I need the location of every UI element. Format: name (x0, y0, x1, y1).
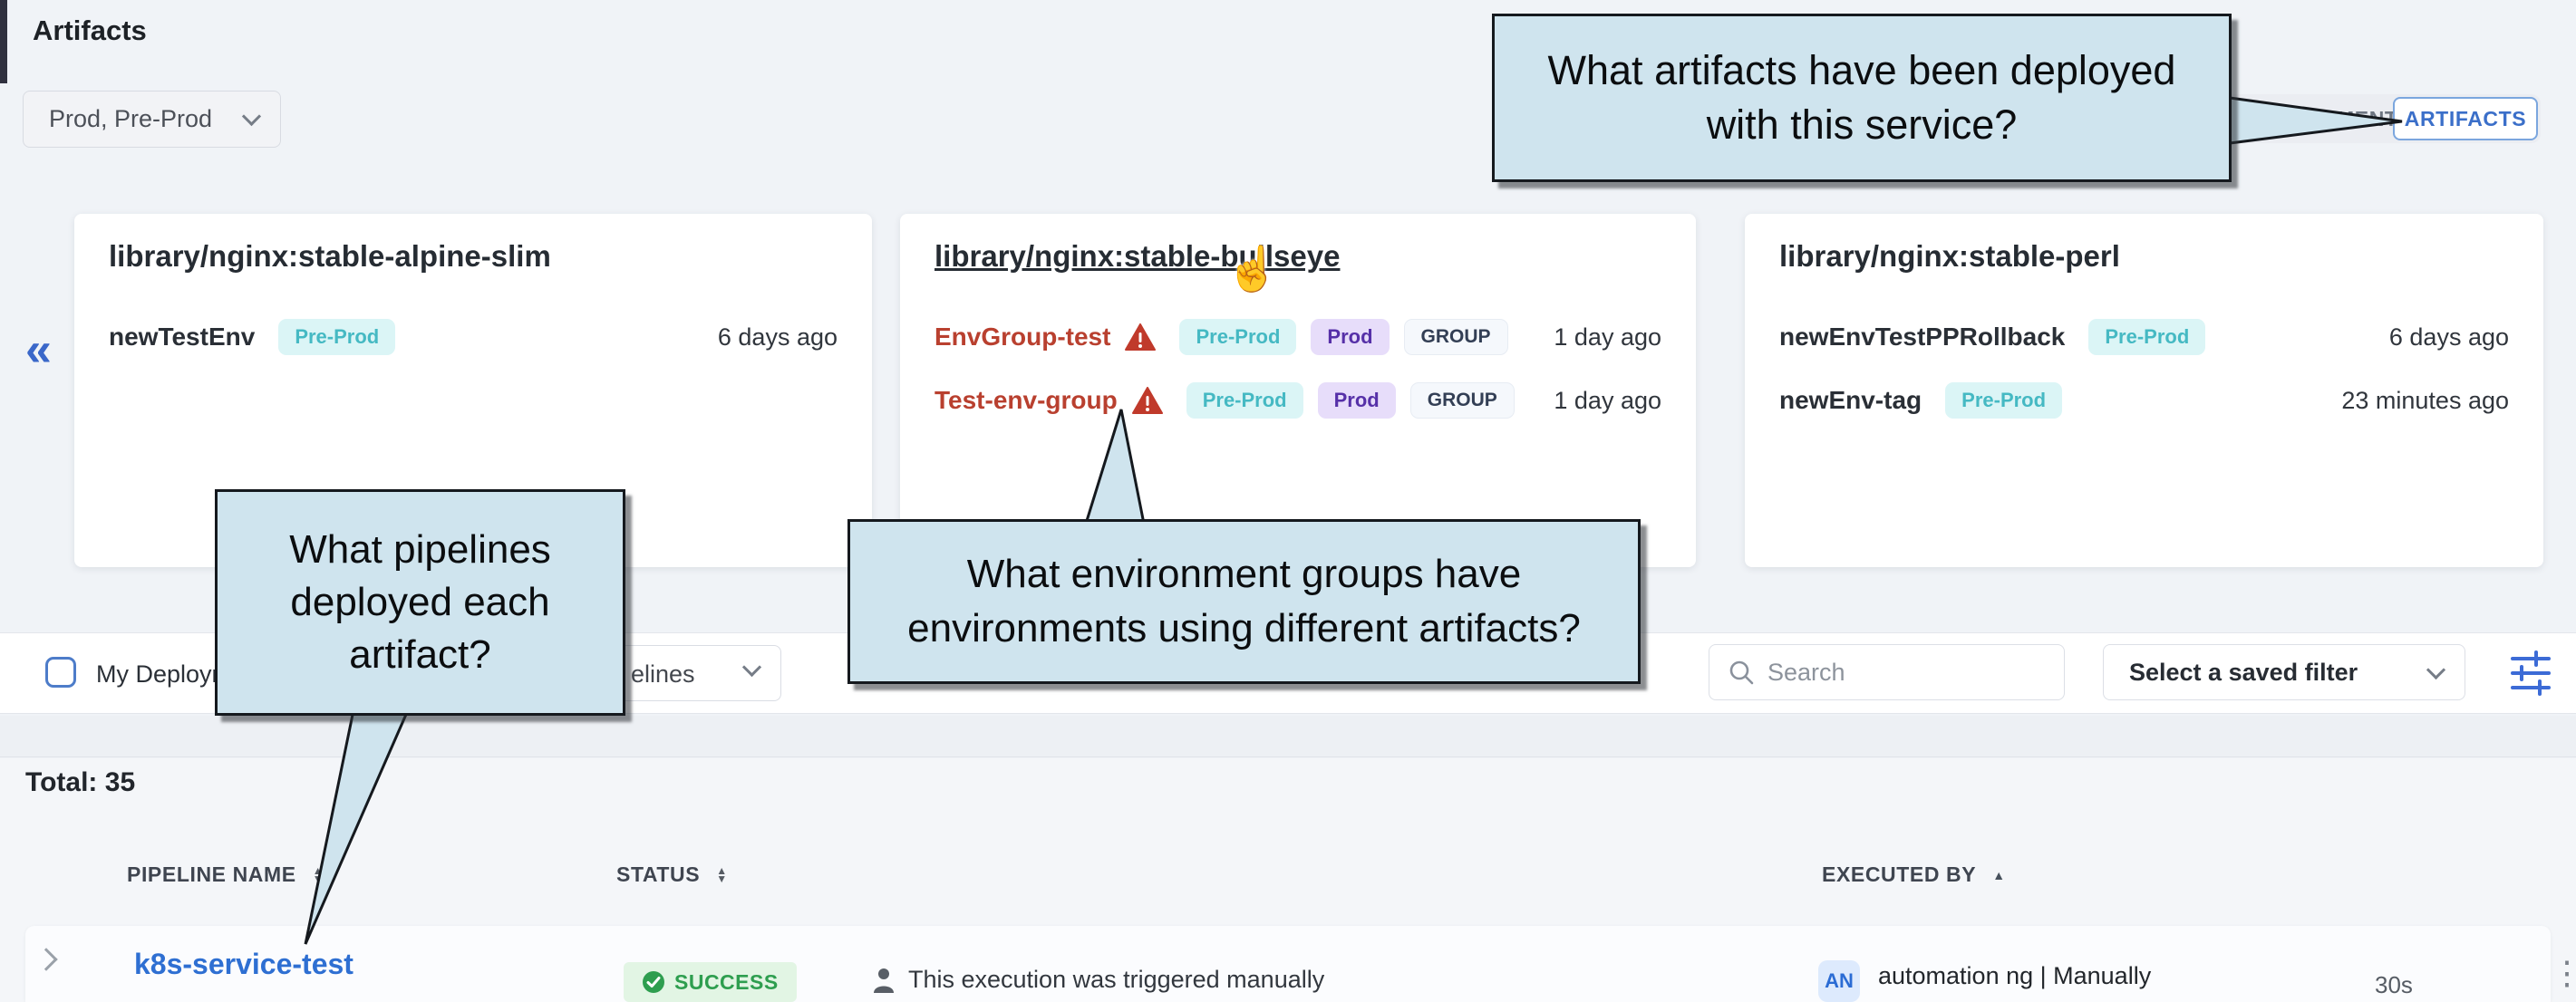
search-box (1709, 644, 2065, 700)
env-group-badge: GROUP (1410, 382, 1515, 419)
environment-name[interactable]: newEnv-tag (1779, 386, 1922, 415)
saved-filter-dropdown[interactable]: Select a saved filter (2103, 644, 2465, 700)
annotation-callout-env-groups: What environment groups have environment… (847, 519, 1641, 684)
environment-row: newEnv-tag Pre-Prod 23 minutes ago (1779, 379, 2509, 422)
pipelines-dropdown-value: elines (631, 660, 695, 689)
env-type-badge: Prod (1318, 382, 1396, 419)
environment-row: Test-env-group Pre-Prod Prod GROUP 1 day… (935, 379, 1661, 422)
deploy-time: 6 days ago (2389, 323, 2509, 352)
callout-line: environments using different artifacts? (907, 602, 1581, 656)
environment-name[interactable]: newTestEnv (109, 323, 255, 352)
callout-line: with this service? (1707, 98, 2018, 152)
person-icon (872, 967, 896, 994)
window-edge-strip (0, 0, 7, 83)
column-label: STATUS (616, 862, 700, 887)
executed-by-text: automation ng | Manually (1878, 962, 2151, 990)
environment-type-dropdown-value: Prod, Pre-Prod (49, 105, 212, 133)
avatar: AN (1818, 960, 1860, 1002)
env-type-badge: Pre-Prod (278, 319, 395, 355)
environment-name[interactable]: newEnvTestPPRollback (1779, 323, 2065, 352)
trigger-note: This execution was triggered manually (872, 966, 1324, 994)
env-type-badge: Pre-Prod (1945, 382, 2062, 419)
chevron-down-icon (242, 107, 261, 126)
artifact-card: library/nginx:stable-perl newEnvTestPPRo… (1745, 214, 2543, 567)
column-header-pipeline-name[interactable]: PIPELINE NAME ▲▼ (127, 862, 324, 887)
env-type-badge: Prod (1311, 319, 1389, 355)
search-input[interactable] (1767, 659, 2021, 687)
artifact-title[interactable]: library/nginx:stable-perl (1779, 239, 2509, 274)
column-label: EXECUTED BY (1822, 862, 1976, 887)
callout-line: deployed each (290, 576, 549, 629)
sort-asc-icon: ▲ (1992, 868, 2005, 882)
search-icon (1728, 659, 1755, 686)
environments-artifacts-toggle: ENVIRONMENTS ARTIFACTS (2218, 94, 2541, 143)
callout-line: artifact? (349, 629, 491, 681)
env-type-badge: Pre-Prod (1179, 319, 1296, 355)
chevron-down-icon (742, 658, 761, 677)
column-label: PIPELINE NAME (127, 862, 296, 887)
environment-group-name[interactable]: Test-env-group (935, 386, 1118, 415)
section-divider-band (0, 716, 2576, 757)
env-group-badge: GROUP (1404, 319, 1508, 355)
pipeline-name-link[interactable]: k8s-service-test (134, 948, 353, 981)
sort-icon: ▲▼ (716, 867, 727, 883)
chevron-down-icon (2426, 660, 2445, 679)
annotation-callout-artifacts: What artifacts have been deployed with t… (1492, 14, 2232, 182)
deploy-time: 1 day ago (1554, 387, 1661, 415)
sort-icon: ▲▼ (313, 867, 324, 883)
status-badge: SUCCESS (624, 962, 797, 1002)
column-header-executed-by[interactable]: EXECUTED BY ▲ (1822, 862, 2005, 887)
annotation-callout-pipelines: What pipelines deployed each artifact? (215, 489, 625, 716)
tab-artifacts[interactable]: ARTIFACTS (2393, 97, 2538, 140)
deploy-time: 6 days ago (718, 323, 838, 352)
callout-line: What pipelines (289, 524, 551, 576)
environment-row: EnvGroup-test Pre-Prod Prod GROUP 1 day … (935, 315, 1661, 359)
warning-icon (1132, 387, 1163, 415)
my-deployments-label: My Deploym (96, 660, 232, 689)
environment-group-name[interactable]: EnvGroup-test (935, 323, 1110, 352)
executions-section: Total: 35 PIPELINE NAME ▲▼ STATUS ▲▼ EXE… (0, 758, 2576, 1002)
my-deployments-checkbox[interactable] (45, 657, 76, 688)
deploy-time: 1 day ago (1554, 323, 1661, 352)
duration-text: 30s (2375, 971, 2413, 999)
tab-environments[interactable]: ENVIRONMENTS (2238, 107, 2413, 131)
status-label: SUCCESS (674, 970, 779, 995)
artifact-title[interactable]: library/nginx:stable-bullseye (935, 239, 1661, 274)
artifact-card: library/nginx:stable-bullseye EnvGroup-t… (900, 214, 1696, 567)
hand-cursor-icon: ☝ (1225, 243, 1280, 294)
deploy-time: 23 minutes ago (2341, 387, 2509, 415)
row-menu-dots-icon[interactable]: ⋮ (2551, 957, 2576, 989)
callout-line: What environment groups have (967, 547, 1521, 602)
artifacts-page: Artifacts Prod, Pre-Prod ENVIRONMENTS AR… (0, 0, 2576, 1002)
row-expander-chevron-icon[interactable] (34, 948, 57, 970)
env-type-badge: Pre-Prod (1186, 382, 1303, 419)
callout-line: What artifacts have been deployed (1548, 43, 2176, 98)
environment-type-dropdown[interactable]: Prod, Pre-Prod (23, 91, 281, 148)
filter-sliders-icon[interactable] (2509, 648, 2552, 699)
check-circle-icon (642, 970, 665, 994)
env-type-badge: Pre-Prod (2088, 319, 2205, 355)
environment-row: newTestEnv Pre-Prod 6 days ago (109, 315, 838, 359)
artifact-title[interactable]: library/nginx:stable-alpine-slim (109, 239, 838, 274)
page-title: Artifacts (33, 14, 147, 47)
collapse-panel-icon[interactable]: « (25, 323, 52, 377)
column-header-status[interactable]: STATUS ▲▼ (616, 862, 727, 887)
environment-row: newEnvTestPPRollback Pre-Prod 6 days ago (1779, 315, 2509, 359)
warning-icon (1125, 323, 1156, 352)
table-row: k8s-service-test SUCCESS This execution … (25, 926, 2551, 1002)
trigger-note-text: This execution was triggered manually (908, 966, 1324, 994)
total-count: Total: 35 (25, 767, 135, 798)
saved-filter-value: Select a saved filter (2129, 659, 2358, 687)
